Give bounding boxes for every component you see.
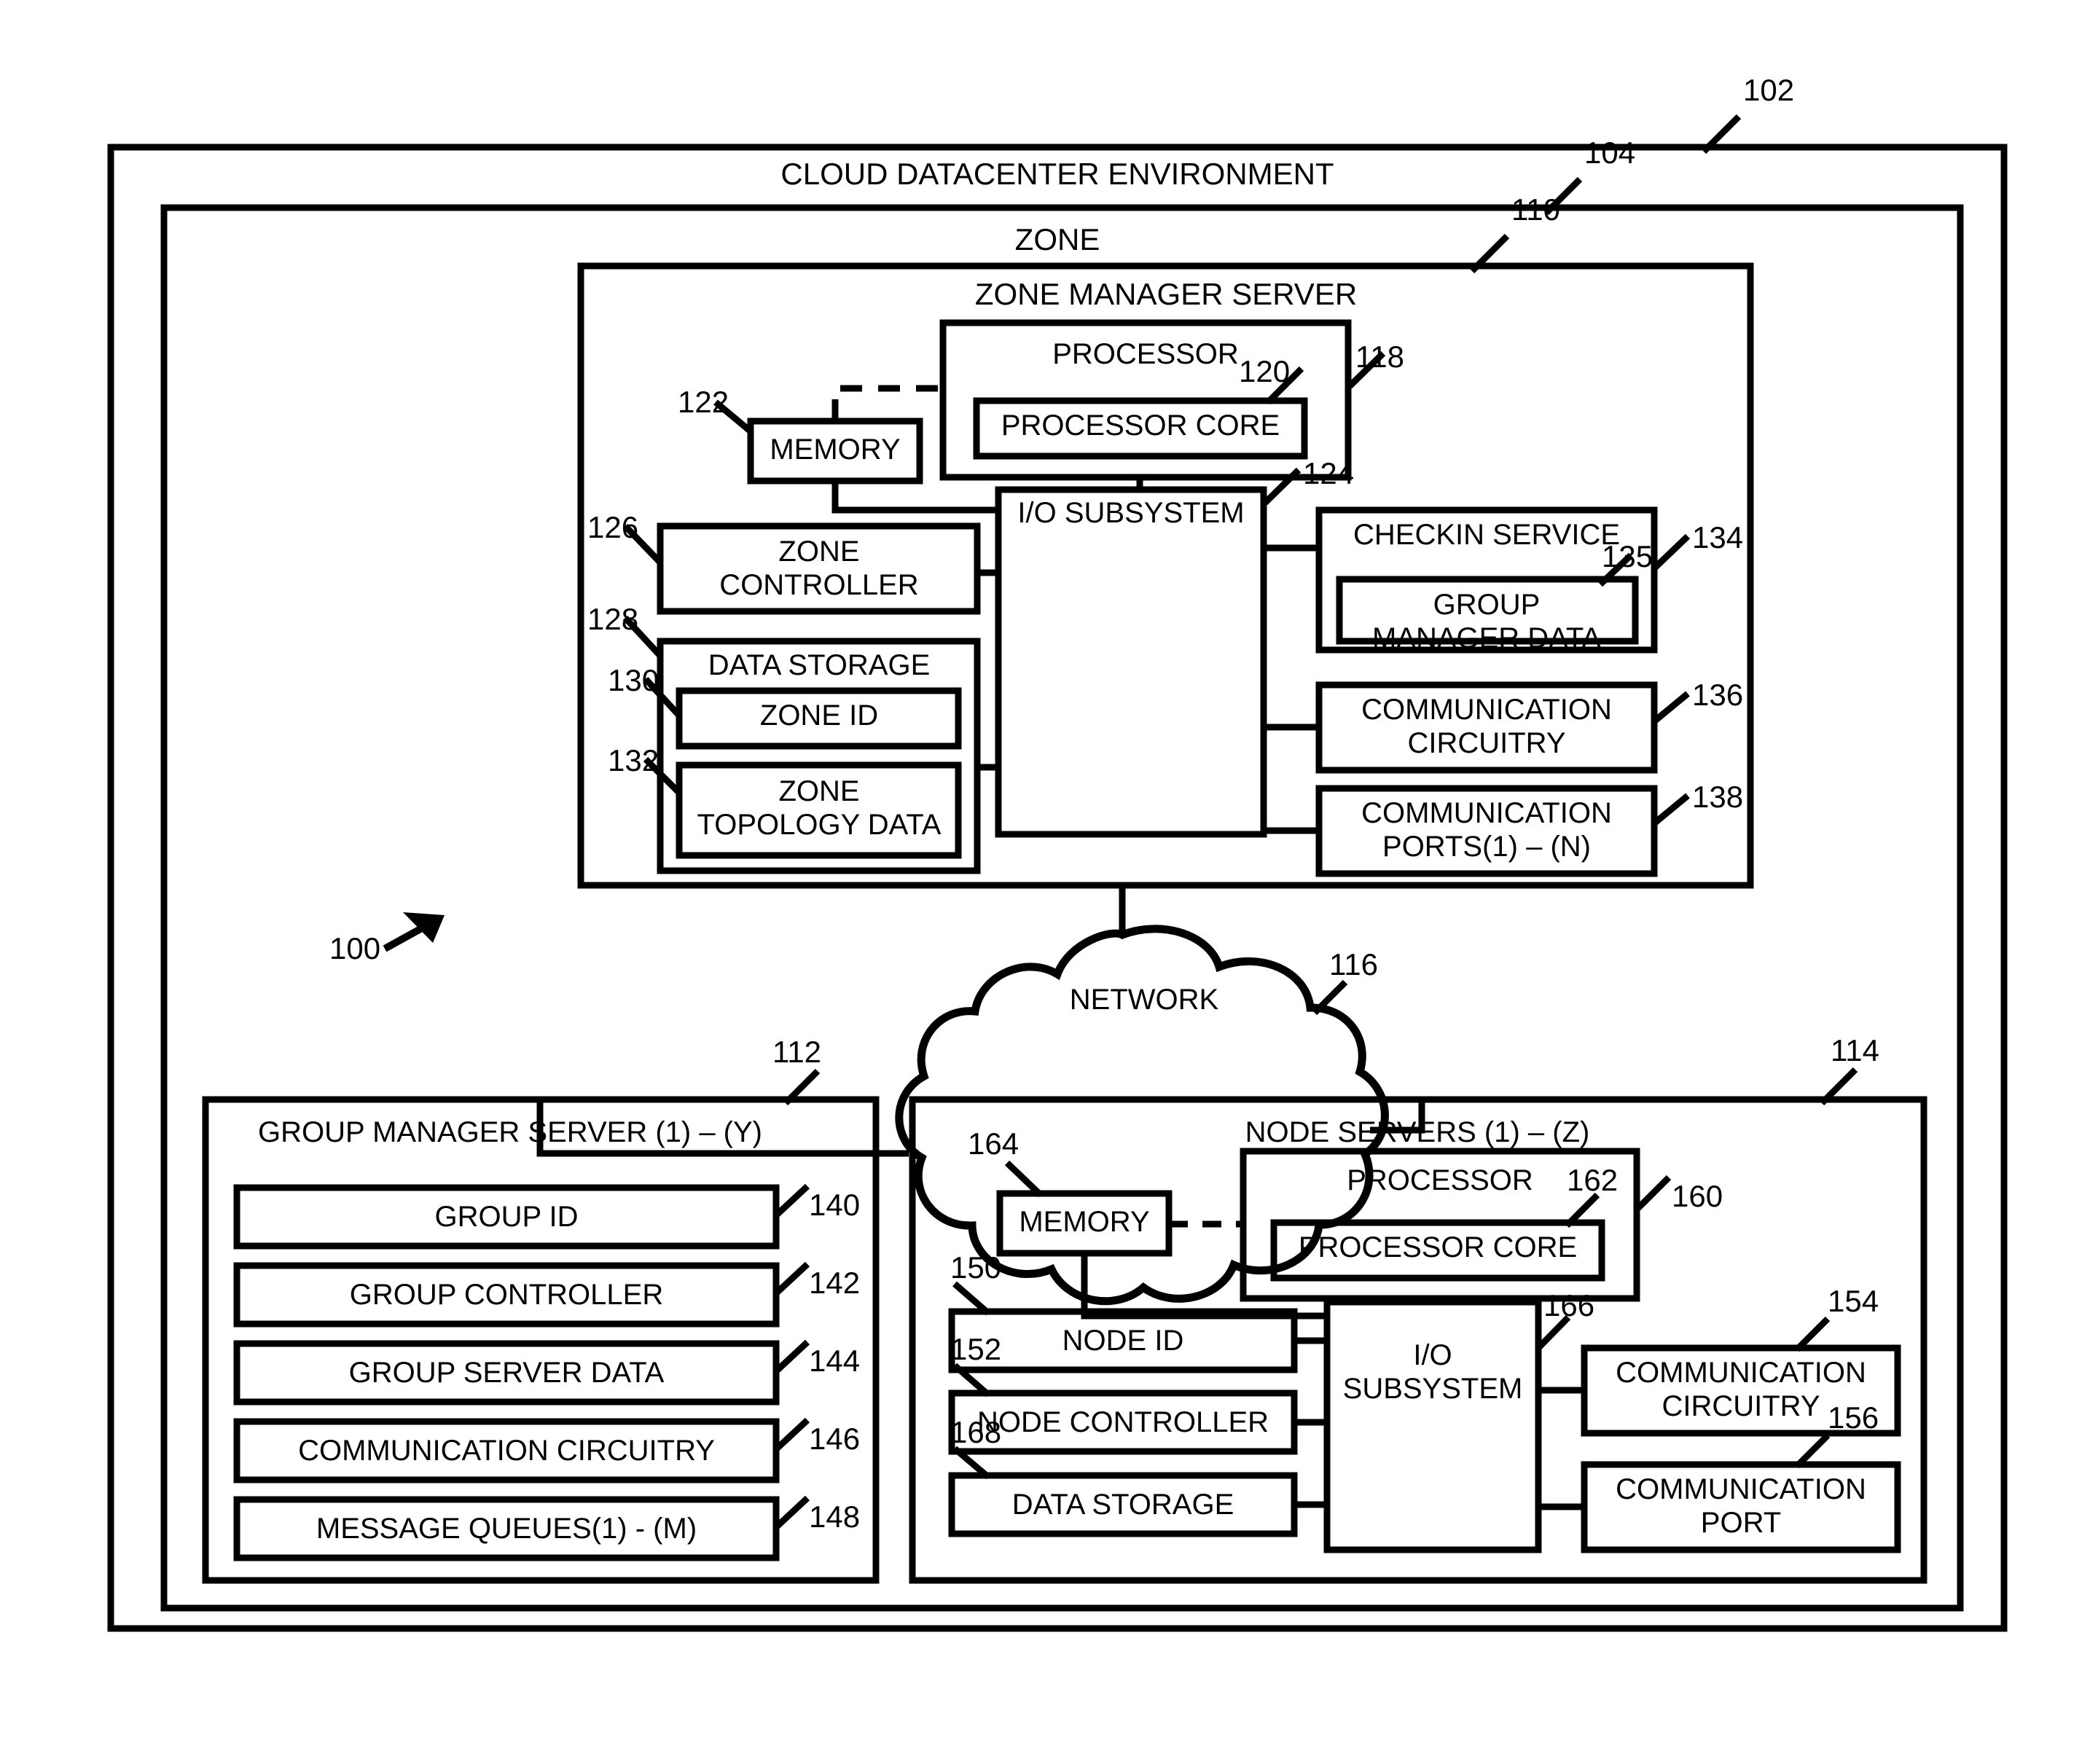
ns-memory-label: MEMORY [1019, 1206, 1150, 1238]
zm-checkin-service-label: CHECKIN SERVICE [1353, 519, 1621, 551]
zm-zone-id-label: ZONE ID [759, 699, 879, 732]
zm-comm-circuitry-line1: COMMUNICATION [1361, 694, 1612, 726]
zm-zone-controller-label: ZONE CONTROLLER [719, 536, 918, 602]
ref-126: 126 [587, 510, 639, 544]
ns-comm-port-line2: PORT [1700, 1506, 1782, 1539]
zm-io-subsystem-label: I/O SUBSYSTEM [1017, 497, 1245, 529]
zone-title: ZONE [1014, 222, 1100, 256]
ns-comm-port-label: COMMUNICATION PORT [1616, 1473, 1866, 1540]
ns-comm-circuitry-label: COMMUNICATION CIRCUITRY [1616, 1357, 1866, 1423]
zm-zone-controller-line2: CONTROLLER [719, 568, 919, 601]
ref-leader-134 [1651, 533, 1691, 571]
ref-164: 164 [968, 1126, 1019, 1161]
ref-120: 120 [1239, 354, 1291, 388]
ref-140: 140 [809, 1188, 861, 1222]
zm-memory-processor-link [831, 385, 943, 421]
environment-title: CLOUD DATACENTER ENVIRONMENT [780, 157, 1334, 191]
ref-leader-142 [773, 1261, 810, 1296]
zm-zone-topology-line2: TOPOLOGY DATA [697, 808, 942, 841]
ref-112: 112 [772, 1035, 821, 1069]
ns-io-subsystem-line2: SUBSYSTEM [1342, 1372, 1523, 1405]
ns-node-controller-label: NODE CONTROLLER [976, 1406, 1269, 1438]
ref-leader-138 [1652, 793, 1690, 826]
zm-comm-circuitry-line2: CIRCUITRY [1407, 726, 1566, 759]
ref-leader-140 [773, 1183, 810, 1218]
ref-110: 110 [1511, 192, 1560, 227]
ref-148: 148 [809, 1500, 861, 1534]
ref-128: 128 [587, 602, 639, 636]
ns-data-storage-label: DATA STORAGE [1011, 1489, 1234, 1521]
zm-group-manager-data-label: GROUP MANAGER DATA [1372, 589, 1601, 655]
ref-118: 118 [1355, 340, 1404, 374]
ref-leader-146 [773, 1417, 810, 1452]
ref-152: 152 [950, 1332, 1002, 1366]
ref-138: 138 [1692, 780, 1744, 814]
zm-processor-core-label: PROCESSOR CORE [1001, 409, 1280, 442]
zm-processor-label: PROCESSOR [1052, 338, 1239, 370]
ns-comm-port-line1: COMMUNICATION [1616, 1473, 1866, 1505]
node-servers-title: NODE SERVERS (1) – (Z) [1245, 1116, 1590, 1148]
ref-leader-160 [1635, 1175, 1672, 1211]
gms-item-label-3: COMMUNICATION CIRCUITRY [298, 1435, 715, 1467]
ref-104: 104 [1584, 136, 1636, 170]
ref-136: 136 [1692, 678, 1744, 712]
ref-130: 130 [608, 663, 660, 697]
group-manager-server-title: GROUP MANAGER SERVER (1) – (Y) [258, 1116, 762, 1148]
ns-comm-circuitry-line1: COMMUNICATION [1616, 1357, 1866, 1389]
ref-166: 166 [1543, 1288, 1595, 1322]
ns-processor-label: PROCESSOR [1347, 1164, 1533, 1196]
ns-io-subsystem-label: I/O SUBSYSTEM [1343, 1339, 1523, 1406]
ref-160: 160 [1672, 1179, 1723, 1213]
zm-memory-io-link [831, 481, 998, 514]
zm-comm-circuitry-label: COMMUNICATION CIRCUITRY [1361, 694, 1612, 760]
zm-zone-controller-line1: ZONE [778, 536, 860, 568]
zm-comm-ports-line1: COMMUNICATION [1361, 797, 1612, 829]
ref-100-system: 100 [329, 931, 381, 965]
gms-item-label-2: GROUP SERVER DATA [348, 1357, 665, 1389]
gms-item-label-1: GROUP CONTROLLER [349, 1279, 664, 1311]
ref-142: 142 [809, 1266, 861, 1300]
zm-io-subsystem-box [995, 486, 1267, 838]
zm-memory-label: MEMORY [770, 434, 901, 466]
ref-leader-136 [1652, 691, 1690, 724]
ref-102: 102 [1743, 73, 1795, 107]
ref-132: 132 [608, 743, 660, 777]
ref-154: 154 [1828, 1284, 1879, 1318]
ns-node-id-label: NODE ID [1062, 1325, 1184, 1357]
ref-116: 116 [1329, 947, 1378, 981]
ref-146: 146 [809, 1422, 861, 1456]
gms-item-label-0: GROUP ID [434, 1201, 579, 1233]
ref-134: 134 [1692, 520, 1744, 554]
ns-processor-core-label: PROCESSOR CORE [1298, 1231, 1578, 1263]
ref-114: 114 [1831, 1033, 1879, 1067]
zm-zone-topology-label: ZONE TOPOLOGY DATA [697, 775, 942, 842]
zm-data-storage-label: DATA STORAGE [708, 649, 931, 681]
gms-item-label-4: MESSAGE QUEUES(1) - (M) [316, 1513, 697, 1545]
patent-figure: 102 104 110 118 120 122 124 126 128 130 … [0, 0, 2090, 1764]
zone-manager-server-title: ZONE MANAGER SERVER [974, 277, 1358, 311]
ref-162: 162 [1567, 1163, 1619, 1197]
ref-150: 150 [950, 1250, 1002, 1285]
ns-comm-circuitry-line2: CIRCUITRY [1662, 1389, 1820, 1422]
zm-comm-ports-label: COMMUNICATION PORTS(1) – (N) [1361, 797, 1612, 863]
ns-io-subsystem-line1: I/O [1413, 1339, 1452, 1371]
ref-leader-148 [773, 1495, 810, 1530]
ref-124: 124 [1303, 456, 1355, 490]
zm-group-manager-data-line1: GROUP [1433, 589, 1541, 621]
ref-144: 144 [809, 1344, 861, 1378]
network-label: NETWORK [1069, 984, 1219, 1016]
zm-comm-ports-line2: PORTS(1) – (N) [1382, 830, 1591, 863]
zm-zone-topology-line1: ZONE [778, 775, 860, 807]
ref-122: 122 [678, 385, 729, 419]
zm-group-manager-data-line2: MANAGER DATA [1371, 622, 1602, 654]
ref-leader-144 [773, 1339, 810, 1374]
